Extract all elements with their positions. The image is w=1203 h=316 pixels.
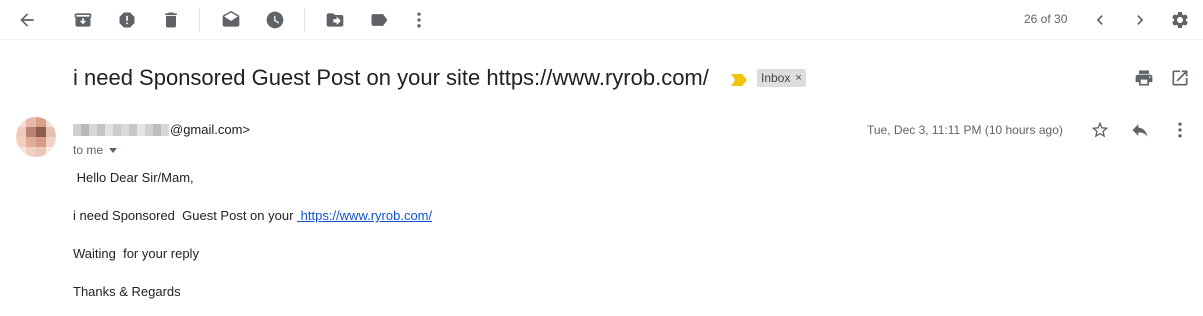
remove-label-icon[interactable]: × <box>795 72 801 84</box>
back-arrow-icon[interactable] <box>12 5 42 35</box>
recipient-details-toggle[interactable]: to me <box>73 143 118 157</box>
importance-marker-icon[interactable] <box>731 73 747 91</box>
sender-avatar[interactable] <box>16 117 56 157</box>
toolbar: 26 of 30 <box>0 0 1203 40</box>
star-icon[interactable] <box>1085 115 1115 145</box>
body-link[interactable]: https://www.ryrob.com/ <box>297 208 432 223</box>
sender-email[interactable]: @gmail.com> <box>170 122 250 137</box>
toolbar-divider <box>304 9 305 31</box>
body-line-request-text: i need Sponsored Guest Post on your <box>73 208 298 223</box>
subject-row: i need Sponsored Guest Post on your site… <box>0 60 1203 96</box>
settings-gear-icon[interactable] <box>1165 5 1195 35</box>
mark-unread-icon[interactable] <box>216 5 246 35</box>
report-spam-icon[interactable] <box>112 5 142 35</box>
body-greeting: Hello Dear Sir/Mam, <box>73 170 194 185</box>
archive-icon[interactable] <box>68 5 98 35</box>
body-line-waiting: Waiting for your reply <box>73 246 199 261</box>
labels-icon[interactable] <box>364 5 394 35</box>
more-vert-icon[interactable] <box>1165 115 1195 145</box>
sender-line: @gmail.com> <box>73 122 250 137</box>
toolbar-divider <box>199 9 200 31</box>
label-text: Inbox <box>761 71 791 85</box>
caret-down-icon[interactable] <box>109 147 118 153</box>
email-subject: i need Sponsored Guest Post on your site… <box>73 65 709 90</box>
open-new-window-icon[interactable] <box>1165 63 1195 93</box>
redacted-sender-name <box>73 123 169 136</box>
chevron-left-icon[interactable] <box>1085 5 1115 35</box>
body-line-request: i need Sponsored Guest Post on your http… <box>73 208 432 223</box>
more-vert-icon[interactable] <box>404 5 434 35</box>
delete-icon[interactable] <box>156 5 186 35</box>
snooze-icon[interactable] <box>260 5 290 35</box>
message-date: Tue, Dec 3, 11:11 PM (10 hours ago) <box>867 123 1063 137</box>
body-line-signoff: Thanks & Regards <box>73 284 181 299</box>
move-to-icon[interactable] <box>320 5 350 35</box>
recipient-label: to me <box>73 143 104 157</box>
inbox-label-chip: Inbox × <box>757 69 806 87</box>
reply-icon[interactable] <box>1125 115 1155 145</box>
pagination-count: 26 of 30 <box>1024 12 1068 26</box>
chevron-right-icon[interactable] <box>1125 5 1155 35</box>
print-icon[interactable] <box>1129 63 1159 93</box>
